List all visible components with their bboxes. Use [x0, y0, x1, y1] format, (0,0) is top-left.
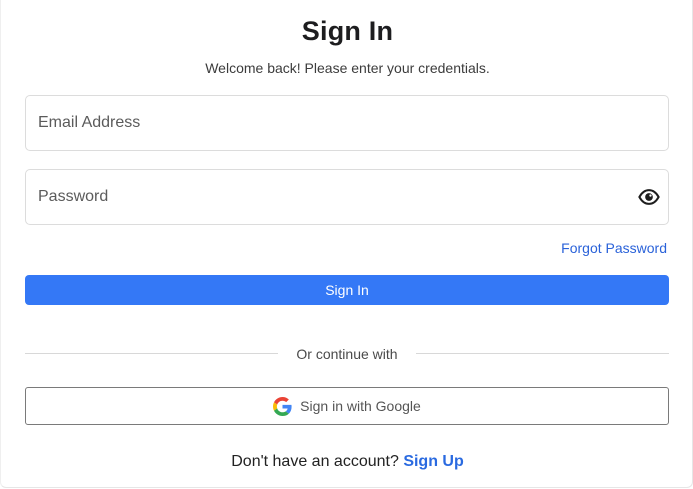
login-panel: Sign In Welcome back! Please enter your … [0, 0, 693, 488]
forgot-password-link[interactable]: Forgot Password [561, 240, 667, 256]
sign-up-link[interactable]: Sign Up [403, 453, 463, 470]
google-sign-in-button[interactable]: Sign in with Google [25, 387, 669, 425]
eye-icon[interactable] [638, 186, 660, 208]
page-subtitle: Welcome back! Please enter your credenti… [205, 60, 490, 76]
email-input[interactable] [38, 96, 618, 150]
divider-line-right [416, 353, 669, 354]
google-sign-in-label: Sign in with Google [300, 398, 421, 414]
signup-prompt: Don't have an account? [231, 453, 399, 470]
divider-label: Or continue with [296, 346, 398, 362]
google-logo-icon [273, 396, 292, 416]
password-input[interactable] [38, 170, 618, 224]
signup-row: Don't have an account? Sign Up [1, 453, 693, 471]
sign-in-button[interactable]: Sign In [25, 275, 669, 305]
email-field[interactable] [25, 95, 669, 151]
divider-line-left [25, 353, 278, 354]
password-field[interactable] [25, 169, 669, 225]
page-title: Sign In [301, 16, 394, 46]
